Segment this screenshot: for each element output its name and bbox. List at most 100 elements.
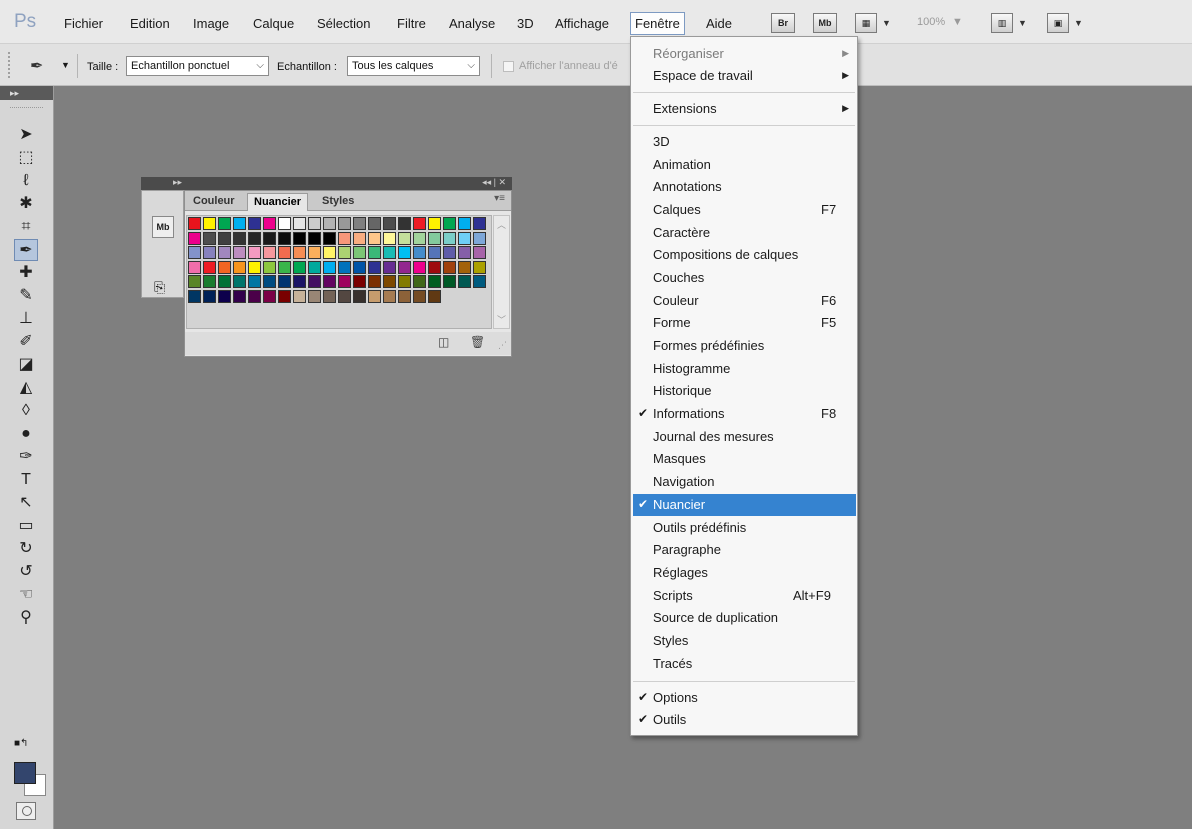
color-swatch[interactable]	[248, 260, 261, 274]
color-swatch[interactable]	[188, 275, 201, 288]
menu-item-couleur[interactable]: Couleur	[653, 290, 699, 312]
color-swatch[interactable]	[413, 246, 426, 259]
color-swatch[interactable]	[308, 260, 321, 274]
menu-item-caractere[interactable]: Caractère	[653, 222, 710, 244]
sample-select[interactable]: Tous les calques ⌵	[347, 56, 480, 76]
menu-item-forme[interactable]: Forme	[653, 312, 691, 334]
menu-item-compositions-de-calques[interactable]: Compositions de calques	[653, 244, 798, 266]
healing-icon[interactable]: ✚	[14, 262, 38, 284]
color-swatch[interactable]	[338, 260, 351, 274]
options-grip[interactable]	[8, 52, 14, 78]
eyedropper-icon[interactable]: ✒	[14, 239, 38, 261]
quick-select-icon[interactable]: ✱	[14, 193, 38, 215]
menu-item-informations[interactable]: Informations	[653, 403, 725, 425]
new-swatch-icon[interactable]: ◫	[438, 335, 449, 349]
color-swatch[interactable]	[248, 231, 261, 245]
menu-fenetre[interactable]: Fenêtre	[630, 12, 685, 35]
type-icon[interactable]: T	[14, 469, 38, 491]
color-swatch[interactable]	[293, 289, 306, 303]
menu-calque[interactable]: Calque	[253, 16, 294, 31]
tab-couleur[interactable]: Couleur	[187, 193, 241, 211]
zoom-icon[interactable]: ⚲	[14, 607, 38, 629]
color-swatch[interactable]	[308, 246, 321, 259]
color-swatch[interactable]	[263, 246, 276, 259]
expand-icon[interactable]: ▸▸	[0, 86, 53, 100]
menu-item-journal-des-mesures[interactable]: Journal des mesures	[653, 426, 774, 448]
color-swatch[interactable]	[353, 289, 366, 303]
path-select-icon[interactable]: ↖	[14, 492, 38, 514]
history-brush-icon[interactable]: ✐	[14, 331, 38, 353]
color-swatch[interactable]	[398, 231, 411, 245]
color-swatch[interactable]	[458, 260, 471, 274]
color-swatch[interactable]	[353, 217, 366, 230]
color-swatch[interactable]	[398, 275, 411, 288]
color-swatch[interactable]	[398, 260, 411, 274]
color-swatch[interactable]	[263, 289, 276, 303]
menu-filtre[interactable]: Filtre	[397, 16, 426, 31]
color-swatch[interactable]	[473, 217, 486, 230]
chevron-down-icon[interactable]: ▼	[61, 60, 70, 70]
color-swatch[interactable]	[383, 217, 396, 230]
tools-grip[interactable]	[10, 102, 43, 108]
chevron-down-icon[interactable]: ▼	[1018, 18, 1027, 28]
color-swatch[interactable]	[233, 260, 246, 274]
color-swatch[interactable]	[323, 289, 336, 303]
color-swatch[interactable]	[413, 275, 426, 288]
menu-item-outils[interactable]: Outils	[653, 709, 686, 731]
color-swatch[interactable]	[188, 246, 201, 259]
menu-item-options[interactable]: Options	[653, 687, 698, 709]
menu-item-annotations[interactable]: Annotations	[653, 176, 722, 198]
color-swatch[interactable]	[308, 217, 321, 230]
menu-analyse[interactable]: Analyse	[449, 16, 495, 31]
menu-item-paragraphe[interactable]: Paragraphe	[653, 539, 721, 561]
panel-menu-icon[interactable]: ▾≡	[494, 193, 505, 204]
menu-item-couches[interactable]: Couches	[653, 267, 704, 289]
menu-fichier[interactable]: Fichier	[64, 16, 103, 31]
color-swatch[interactable]	[218, 289, 231, 303]
3d-rotate-icon[interactable]: ↻	[14, 538, 38, 560]
menu-item-espace-de-travail[interactable]: Espace de travail	[653, 65, 753, 87]
color-swatch[interactable]	[383, 275, 396, 288]
color-swatch[interactable]	[368, 275, 381, 288]
color-swatch[interactable]	[218, 275, 231, 288]
color-swatch[interactable]	[218, 246, 231, 259]
color-swatch[interactable]	[368, 231, 381, 245]
paint-bucket-icon[interactable]: ◭	[14, 377, 38, 399]
color-swatch[interactable]	[323, 246, 336, 259]
minibridge-button[interactable]: Mb	[813, 13, 837, 33]
color-swatch[interactable]	[248, 246, 261, 259]
color-swatch[interactable]	[263, 231, 276, 245]
color-swatch[interactable]	[368, 289, 381, 303]
color-swatch[interactable]	[293, 217, 306, 230]
color-swatch[interactable]	[443, 217, 456, 230]
pen-icon[interactable]: ✑	[14, 446, 38, 468]
menu-item-reorganiser[interactable]: Réorganiser	[653, 43, 724, 65]
menu-item-styles[interactable]: Styles	[653, 630, 688, 652]
color-swatch[interactable]	[458, 217, 471, 230]
color-swatch[interactable]	[338, 246, 351, 259]
color-swatch[interactable]	[458, 231, 471, 245]
color-swatch[interactable]	[278, 275, 291, 288]
menu-item-nuancier[interactable]: Nuancier	[653, 494, 705, 516]
crop-icon[interactable]: ⌗	[14, 216, 38, 238]
color-swatch[interactable]	[443, 246, 456, 259]
color-swatch[interactable]	[338, 231, 351, 245]
color-swatch[interactable]	[218, 217, 231, 230]
color-swatch[interactable]	[188, 231, 201, 245]
color-swatch[interactable]	[353, 246, 366, 259]
marquee-icon[interactable]: ⬚	[14, 147, 38, 169]
color-swatch[interactable]	[263, 275, 276, 288]
color-swatch[interactable]	[263, 217, 276, 230]
color-swatch[interactable]	[428, 217, 441, 230]
color-swatch[interactable]	[203, 289, 216, 303]
color-swatch[interactable]	[293, 275, 306, 288]
bridge-button[interactable]: Br	[771, 13, 795, 33]
color-swatch[interactable]	[203, 260, 216, 274]
color-swatch[interactable]	[263, 260, 276, 274]
color-swatch[interactable]	[293, 231, 306, 245]
color-swatch[interactable]	[353, 275, 366, 288]
color-swatch[interactable]	[428, 260, 441, 274]
chevron-down-icon[interactable]: ▼	[952, 16, 963, 28]
zoom-level[interactable]: 100%	[917, 16, 945, 28]
color-swatch[interactable]	[188, 260, 201, 274]
